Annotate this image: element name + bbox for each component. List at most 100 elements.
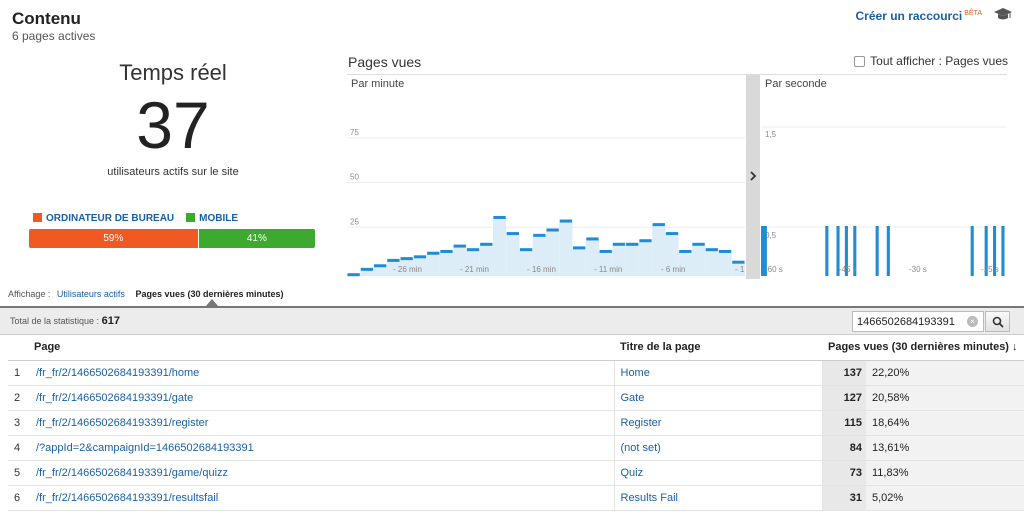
minute-bar xyxy=(347,273,360,277)
table-row: 4/?appId=2&campaignId=1466502684193391 (n… xyxy=(8,435,1024,461)
show-all-toggle[interactable]: Tout afficher : Pages vues xyxy=(854,54,1008,68)
magnifier-icon xyxy=(992,316,1004,328)
clear-search-icon[interactable]: × xyxy=(967,316,978,327)
page-title-link[interactable]: Gate xyxy=(614,385,823,411)
pageviews-value: 84 xyxy=(822,435,866,461)
minute-area xyxy=(718,250,732,276)
minute-bar xyxy=(400,257,413,261)
page-title-link[interactable]: Quiz xyxy=(614,460,823,486)
pageviews-value: 73 xyxy=(822,460,866,486)
search-button[interactable] xyxy=(985,311,1010,332)
pageviews-chart-svg: Par minute 75 50 25 - 26 min - 21 min - 16 min… xyxy=(347,75,1007,279)
table-search-input[interactable] xyxy=(852,311,984,332)
minute-bar xyxy=(387,258,400,262)
device-legend: ORDINATEUR DE BUREAU MOBILE xyxy=(33,213,238,224)
minute-bar xyxy=(718,249,732,253)
totals-bar: Total de la statistique : 617 × xyxy=(0,306,1024,335)
minute-bar xyxy=(480,242,493,246)
pageviews-value: 127 xyxy=(822,385,866,411)
pageviews-percent: 22,20% xyxy=(866,360,1024,386)
page-link[interactable]: /fr_fr/2/1466502684193391/home xyxy=(30,360,615,386)
page-title-link[interactable]: Register xyxy=(614,410,823,436)
page-link[interactable]: /fr_fr/2/1466502684193391/gate xyxy=(30,385,615,411)
minute-bar xyxy=(533,233,546,237)
pageviews-title: Pages vues xyxy=(348,54,422,70)
page-title-link[interactable]: Results Fail xyxy=(614,485,823,511)
page-subtitle: 6 pages actives xyxy=(12,29,96,43)
minute-y-tick: 50 xyxy=(350,173,359,182)
page-link[interactable]: /fr_fr/2/1466502684193391/resultsfail xyxy=(30,485,615,511)
minute-bar xyxy=(427,251,440,255)
realtime-title: Temps réel xyxy=(119,60,227,85)
pages-table: Page Titre de la page Pages vues (30 der… xyxy=(8,335,1024,511)
sort-down-arrow-icon: ↓ xyxy=(1012,341,1018,354)
minute-bar xyxy=(612,242,626,246)
active-users-count: 37 xyxy=(136,88,210,162)
minute-x-tick: - 6 min xyxy=(661,265,685,274)
header-page-title[interactable]: Titre de la page xyxy=(614,335,822,361)
page-title-link[interactable]: (not set) xyxy=(614,435,823,461)
minute-bar xyxy=(546,228,559,232)
active-users-label: utilisateurs actifs sur le site xyxy=(107,166,239,178)
minute-x-tick: - 1 xyxy=(735,265,745,274)
minute-area xyxy=(625,243,639,276)
minute-bar xyxy=(374,264,387,268)
minute-bar xyxy=(573,246,586,250)
totals-label: Total de la statistique : 617 xyxy=(10,315,120,327)
table-header-row: Page Titre de la page Pages vues (30 der… xyxy=(8,335,1024,361)
minute-bar xyxy=(705,248,718,252)
legend-desktop-label: ORDINATEUR DE BUREAU xyxy=(46,213,175,224)
header-pageviews-label: Pages vues (30 dernières minutes) xyxy=(828,341,1009,354)
minute-bar xyxy=(559,219,573,223)
minute-y-tick: 75 xyxy=(350,128,359,137)
header-pageviews[interactable]: Pages vues (30 dernières minutes) ↓ xyxy=(822,335,1024,361)
second-bar xyxy=(1001,226,1005,276)
realtime-panel: Temps réel 37 utilisateurs actifs sur le… xyxy=(20,60,326,178)
show-all-checkbox[interactable] xyxy=(854,55,866,67)
minute-x-tick: - 11 min xyxy=(594,265,622,274)
desktop-segment: 59% xyxy=(29,229,198,248)
second-x-tick: -45 s xyxy=(839,265,857,274)
desktop-pct: 59% xyxy=(103,233,124,244)
second-x-tick: -30 s xyxy=(909,265,927,274)
page-link[interactable]: /?appId=2&campaignId=1466502684193391 xyxy=(30,435,615,461)
legend-mobile-label: MOBILE xyxy=(199,213,239,224)
page-link[interactable]: /fr_fr/2/1466502684193391/register xyxy=(30,410,615,436)
page-header: Contenu 6 pages actives Créer un raccour… xyxy=(0,0,1024,46)
minute-bar xyxy=(453,244,466,248)
view-option-pageviews[interactable]: Pages vues (30 dernières minutes) xyxy=(135,289,283,299)
mobile-pct: 41% xyxy=(246,233,267,244)
minute-area xyxy=(506,233,520,276)
second-bar xyxy=(875,226,879,276)
legend-mobile: MOBILE xyxy=(186,213,238,224)
show-all-label: Tout afficher : Pages vues xyxy=(870,54,1008,68)
table-row: 5/fr_fr/2/1466502684193391/game/quizz Qui… xyxy=(8,460,1024,486)
second-bar xyxy=(886,226,890,276)
minute-bar xyxy=(732,260,745,264)
minute-area xyxy=(705,249,719,276)
graduation-cap-icon[interactable] xyxy=(994,6,1012,22)
page-title-link[interactable]: Home xyxy=(614,360,823,386)
row-number: 4 xyxy=(8,435,30,461)
second-bar xyxy=(825,226,829,276)
table-body: 1/fr_fr/2/1466502684193391/home Home 137 22… xyxy=(8,360,1024,511)
minute-bar xyxy=(652,223,665,227)
minute-bar xyxy=(692,242,705,246)
page-link[interactable]: /fr_fr/2/1466502684193391/game/quizz xyxy=(30,460,615,486)
second-x-tick: -15 s xyxy=(981,265,999,274)
row-number: 5 xyxy=(8,460,30,486)
view-option-active-users[interactable]: Utilisateurs actifs xyxy=(57,289,125,299)
minute-area xyxy=(559,220,573,276)
create-shortcut-link[interactable]: Créer un raccourci BÊTA xyxy=(856,9,982,23)
second-bar xyxy=(761,226,765,276)
pageviews-percent: 11,83% xyxy=(866,460,1024,486)
row-number: 2 xyxy=(8,385,30,411)
pageviews-percent: 5,02% xyxy=(866,485,1024,511)
header-page[interactable]: Page xyxy=(8,335,614,361)
table-row: 6/fr_fr/2/1466502684193391/resultsfail Re… xyxy=(8,485,1024,511)
minute-y-tick: 25 xyxy=(350,217,359,226)
minute-bar xyxy=(493,215,506,219)
pageviews-value: 137 xyxy=(822,360,866,386)
minute-bar xyxy=(519,248,533,252)
second-x-tick: -60 s xyxy=(765,265,783,274)
